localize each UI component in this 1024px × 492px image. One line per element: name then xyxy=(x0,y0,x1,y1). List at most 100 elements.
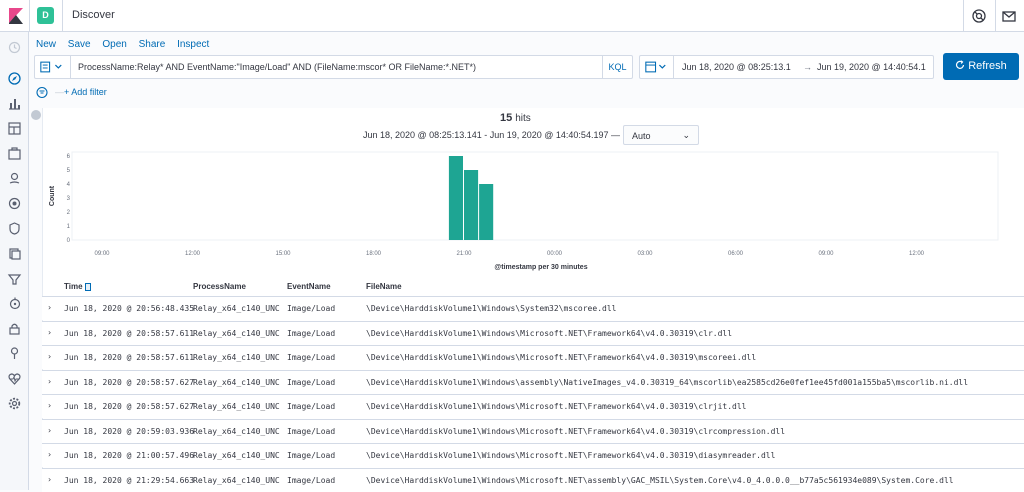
kibana-logo-icon[interactable] xyxy=(6,6,26,26)
kql-toggle-button[interactable]: KQL xyxy=(602,56,632,78)
expand-row-chevron-icon[interactable]: › xyxy=(48,303,51,312)
space-avatar[interactable]: D xyxy=(37,7,54,24)
siem-icon[interactable] xyxy=(7,221,22,236)
table-row[interactable]: › Jun 18, 2020 @ 20:58:57.611 Relay_x64_c1… xyxy=(42,320,1024,345)
cell-eventname: Image/Load xyxy=(287,304,336,313)
y-tick-label: 6 xyxy=(67,154,71,160)
cell-filename: \Device\HarddiskVolume1\Windows\Microsof… xyxy=(366,475,954,485)
logs-icon[interactable] xyxy=(7,246,22,261)
expand-row-chevron-icon[interactable]: › xyxy=(48,328,51,337)
table-row[interactable]: › Jun 18, 2020 @ 20:56:48.435 Relay_x64_c1… xyxy=(42,296,1024,320)
table-row[interactable]: › Jun 18, 2020 @ 20:58:57.627 Relay_x64_c1… xyxy=(42,394,1024,418)
end-date-button[interactable]: Jun 19, 2020 @ 14:40:54.1 xyxy=(817,62,926,72)
search-input[interactable]: ProcessName:Relay* AND EventName:"Image/… xyxy=(78,62,476,72)
expand-row-chevron-icon[interactable]: › xyxy=(48,450,51,459)
top-separator xyxy=(963,0,964,32)
cell-processname: Relay_x64_c140_UNC xyxy=(193,304,280,313)
table-row[interactable]: › Jun 18, 2020 @ 21:29:54.663 Relay_x64_c1… xyxy=(42,467,1024,492)
save-button[interactable]: Save xyxy=(68,39,91,50)
cell-processname: Relay_x64_c140_UNC xyxy=(193,377,280,387)
app-title: Discover xyxy=(72,9,115,21)
query-bar[interactable]: ProcessName:Relay* AND EventName:"Image/… xyxy=(34,55,633,79)
expand-row-chevron-icon[interactable]: › xyxy=(48,475,51,484)
histogram-bar[interactable] xyxy=(464,170,479,240)
expand-row-chevron-icon[interactable]: › xyxy=(48,377,51,386)
histogram-bar[interactable] xyxy=(448,156,463,240)
y-tick-label: 1 xyxy=(67,224,71,230)
lock-icon[interactable] xyxy=(7,321,22,336)
cell-time: Jun 18, 2020 @ 20:58:57.627 xyxy=(64,377,195,387)
calendar-icon[interactable] xyxy=(640,56,674,78)
y-tick-label: 3 xyxy=(67,196,71,202)
histogram-bar[interactable] xyxy=(479,184,494,240)
canvas-briefcase-icon[interactable] xyxy=(7,146,22,161)
table-header: Time ProcessName EventName FileName xyxy=(42,278,1024,296)
cell-eventname: Image/Load xyxy=(287,402,336,411)
column-header-filename[interactable]: FileName xyxy=(366,282,402,291)
time-range-label: Jun 18, 2020 @ 08:25:13.141 - Jun 19, 20… xyxy=(363,130,620,140)
new-button[interactable]: New xyxy=(36,39,56,50)
chart-plot-area xyxy=(71,151,999,241)
open-button[interactable]: Open xyxy=(102,39,126,50)
cell-time: Jun 18, 2020 @ 20:59:03.936 xyxy=(64,426,195,436)
sort-icon[interactable] xyxy=(84,282,91,291)
start-date-button[interactable]: Jun 18, 2020 @ 08:25:13.1 xyxy=(682,62,791,72)
visualize-icon[interactable] xyxy=(7,96,22,111)
interval-value: Auto xyxy=(632,131,651,141)
filter-options-icon[interactable] xyxy=(36,86,50,99)
cell-processname: Relay_x64_c140_UNC xyxy=(193,451,280,460)
y-axis-label: Count xyxy=(49,185,56,206)
table-row[interactable]: › Jun 18, 2020 @ 20:59:03.936 Relay_x64_c1… xyxy=(42,418,1024,443)
saved-query-menu-icon[interactable] xyxy=(35,56,71,78)
cell-filename: \Device\HarddiskVolume1\Windows\assembly… xyxy=(366,377,969,387)
sidebar-collapse-icon[interactable] xyxy=(31,110,41,120)
cell-time: Jun 18, 2020 @ 20:58:57.611 xyxy=(64,353,195,362)
metrics-icon[interactable] xyxy=(7,271,22,286)
ml-icon[interactable] xyxy=(7,196,22,211)
arrow-right-icon: → xyxy=(803,62,812,72)
top-separator xyxy=(29,0,30,32)
cell-eventname: Image/Load xyxy=(287,353,336,362)
mail-icon[interactable] xyxy=(1000,7,1018,25)
expand-row-chevron-icon[interactable]: › xyxy=(48,426,51,435)
cell-filename: \Device\HarddiskVolume1\Windows\Microsof… xyxy=(366,328,733,338)
filter-divider: — xyxy=(55,87,64,97)
cell-time: Jun 18, 2020 @ 21:29:54.663 xyxy=(64,475,195,485)
cell-time: Jun 18, 2020 @ 20:58:57.611 xyxy=(64,328,195,338)
x-tick-label: 03:00 xyxy=(637,251,653,257)
settings-gear-icon[interactable] xyxy=(7,396,22,411)
column-header-processname[interactable]: ProcessName xyxy=(193,282,246,291)
monitoring-heart-icon[interactable] xyxy=(7,371,22,386)
y-tick-label: 4 xyxy=(67,182,71,188)
apm-icon[interactable] xyxy=(7,296,22,311)
x-tick-label: 12:00 xyxy=(185,251,201,257)
maps-icon[interactable] xyxy=(7,171,22,186)
histogram-chart[interactable]: 0 1 2 3 4 5 6 09:00 12:00 15:00 18:00 21:00 00:00 03… xyxy=(44,148,1004,273)
interval-select[interactable]: Auto ⌄ xyxy=(623,125,699,145)
help-icon[interactable] xyxy=(970,7,988,25)
dev-tools-icon[interactable] xyxy=(7,346,22,361)
refresh-button[interactable]: Refresh xyxy=(943,53,1019,80)
column-header-time[interactable]: Time xyxy=(64,282,91,291)
expand-row-chevron-icon[interactable]: › xyxy=(48,401,51,410)
cell-eventname: Image/Load xyxy=(287,377,336,387)
inspect-button[interactable]: Inspect xyxy=(177,39,209,50)
cell-processname: Relay_x64_c140_UNC xyxy=(193,328,280,338)
expand-row-chevron-icon[interactable]: › xyxy=(48,352,51,361)
hits-label: hits xyxy=(515,113,531,124)
dashboard-icon[interactable] xyxy=(7,121,22,136)
share-button[interactable]: Share xyxy=(139,39,166,50)
add-filter-button[interactable]: + Add filter xyxy=(64,87,107,97)
table-row[interactable]: › Jun 18, 2020 @ 21:00:57.496 Relay_x64_c1… xyxy=(42,443,1024,467)
discover-compass-icon[interactable] xyxy=(7,71,22,86)
table-row[interactable]: › Jun 18, 2020 @ 20:58:57.611 Relay_x64_c1… xyxy=(42,345,1024,369)
clock-icon[interactable] xyxy=(7,40,22,55)
refresh-label: Refresh xyxy=(968,60,1007,72)
column-header-eventname[interactable]: EventName xyxy=(287,282,331,291)
x-tick-label: 06:00 xyxy=(728,251,744,257)
x-tick-label: 12:00 xyxy=(909,251,925,257)
cell-filename: \Device\HarddiskVolume1\Windows\Microsof… xyxy=(366,353,757,362)
top-separator xyxy=(62,0,63,32)
table-row[interactable]: › Jun 18, 2020 @ 20:58:57.627 Relay_x64_c1… xyxy=(42,369,1024,394)
cell-filename: \Device\HarddiskVolume1\Windows\Microsof… xyxy=(366,402,747,411)
